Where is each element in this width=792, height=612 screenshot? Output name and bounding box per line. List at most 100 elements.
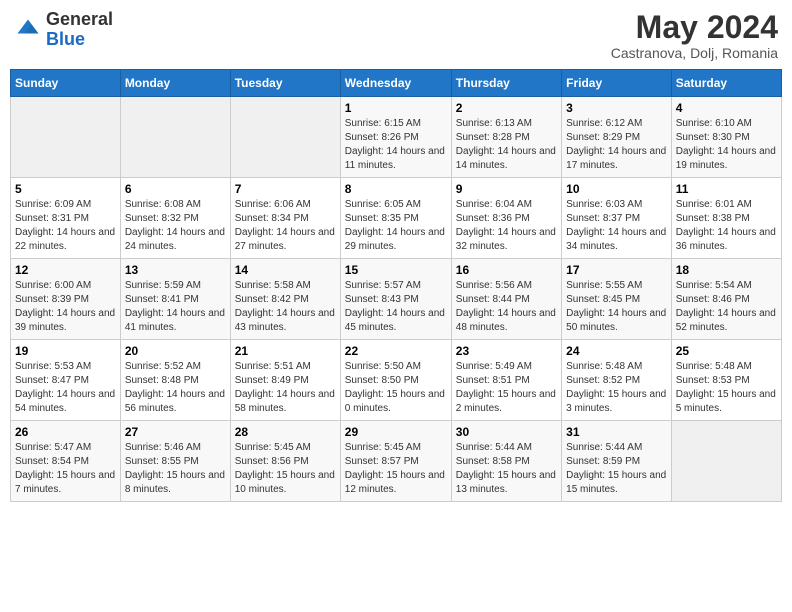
weekday-header: Friday — [562, 70, 672, 97]
day-number: 9 — [456, 182, 557, 196]
day-info: Sunrise: 6:01 AMSunset: 8:38 PMDaylight:… — [676, 198, 777, 254]
calendar-cell: 22 Sunrise: 5:50 AMSunset: 8:50 PMDayligh… — [340, 340, 451, 421]
day-info: Sunrise: 6:15 AMSunset: 8:26 PMDaylight:… — [345, 117, 447, 173]
day-number: 30 — [456, 425, 557, 439]
calendar-cell: 26 Sunrise: 5:47 AMSunset: 8:54 PMDayligh… — [11, 421, 121, 502]
logo-blue: Blue — [46, 29, 85, 49]
day-number: 14 — [235, 263, 336, 277]
day-info: Sunrise: 5:54 AMSunset: 8:46 PMDaylight:… — [676, 279, 777, 335]
calendar-cell: 19Sunrise: 5:53 AMSunset: 8:47 PMDayligh… — [11, 340, 121, 421]
day-number: 1 — [345, 101, 447, 115]
weekday-header: Saturday — [671, 70, 781, 97]
calendar-week-row: 19Sunrise: 5:53 AMSunset: 8:47 PMDayligh… — [11, 340, 782, 421]
day-info: Sunrise: 6:10 AMSunset: 8:30 PMDaylight:… — [676, 117, 777, 173]
day-number: 17 — [566, 263, 667, 277]
day-info: Sunrise: 6:05 AMSunset: 8:35 PMDaylight:… — [345, 198, 447, 254]
logo-icon — [14, 16, 42, 44]
day-number: 29 — [345, 425, 447, 439]
day-info: Sunrise: 5:57 AMSunset: 8:43 PMDaylight:… — [345, 279, 447, 335]
day-number: 18 — [676, 263, 777, 277]
day-info: Sunrise: 5:55 AMSunset: 8:45 PMDaylight:… — [566, 279, 667, 335]
calendar-cell: 10 Sunrise: 6:03 AMSunset: 8:37 PMDayligh… — [562, 178, 672, 259]
calendar-cell: 8 Sunrise: 6:05 AMSunset: 8:35 PMDaylight… — [340, 178, 451, 259]
title-block: May 2024 Castranova, Dolj, Romania — [611, 10, 778, 61]
calendar-cell: 20 Sunrise: 5:52 AMSunset: 8:48 PMDayligh… — [120, 340, 230, 421]
day-number: 12 — [15, 263, 116, 277]
weekday-header: Wednesday — [340, 70, 451, 97]
day-number: 7 — [235, 182, 336, 196]
calendar-cell — [671, 421, 781, 502]
calendar-cell: 25 Sunrise: 5:48 AMSunset: 8:53 PMDayligh… — [671, 340, 781, 421]
day-info: Sunrise: 5:59 AMSunset: 8:41 PMDaylight:… — [125, 279, 226, 335]
calendar-week-row: 26 Sunrise: 5:47 AMSunset: 8:54 PMDayligh… — [11, 421, 782, 502]
day-number: 31 — [566, 425, 667, 439]
day-number: 3 — [566, 101, 667, 115]
day-info: Sunrise: 6:06 AMSunset: 8:34 PMDaylight:… — [235, 198, 336, 254]
day-info: Sunrise: 5:51 AMSunset: 8:49 PMDaylight:… — [235, 360, 336, 416]
calendar-cell: 7 Sunrise: 6:06 AMSunset: 8:34 PMDaylight… — [230, 178, 340, 259]
calendar-cell: 24Sunrise: 5:48 AMSunset: 8:52 PMDayligh… — [562, 340, 672, 421]
month-title: May 2024 — [611, 10, 778, 45]
day-info: Sunrise: 6:08 AMSunset: 8:32 PMDaylight:… — [125, 198, 226, 254]
day-info: Sunrise: 5:50 AMSunset: 8:50 PMDaylight:… — [345, 360, 447, 416]
calendar-cell: 14 Sunrise: 5:58 AMSunset: 8:42 PMDayligh… — [230, 259, 340, 340]
day-info: Sunrise: 6:04 AMSunset: 8:36 PMDaylight:… — [456, 198, 557, 254]
calendar-cell: 12 Sunrise: 6:00 AMSunset: 8:39 PMDayligh… — [11, 259, 121, 340]
calendar-week-row: 1 Sunrise: 6:15 AMSunset: 8:26 PMDaylight… — [11, 97, 782, 178]
day-info: Sunrise: 5:52 AMSunset: 8:48 PMDaylight:… — [125, 360, 226, 416]
weekday-header: Monday — [120, 70, 230, 97]
day-info: Sunrise: 6:03 AMSunset: 8:37 PMDaylight:… — [566, 198, 667, 254]
day-number: 22 — [345, 344, 447, 358]
day-info: Sunrise: 6:00 AMSunset: 8:39 PMDaylight:… — [15, 279, 116, 335]
logo-general: General — [46, 9, 113, 29]
calendar-cell: 30 Sunrise: 5:44 AMSunset: 8:58 PMDayligh… — [451, 421, 561, 502]
calendar-cell: 29 Sunrise: 5:45 AMSunset: 8:57 PMDayligh… — [340, 421, 451, 502]
day-info: Sunrise: 5:56 AMSunset: 8:44 PMDaylight:… — [456, 279, 557, 335]
calendar-cell — [120, 97, 230, 178]
calendar-cell: 1 Sunrise: 6:15 AMSunset: 8:26 PMDaylight… — [340, 97, 451, 178]
day-number: 20 — [125, 344, 226, 358]
day-info: Sunrise: 5:44 AMSunset: 8:58 PMDaylight:… — [456, 441, 557, 497]
day-info: Sunrise: 5:44 AMSunset: 8:59 PMDaylight:… — [566, 441, 667, 497]
calendar-cell: 15Sunrise: 5:57 AMSunset: 8:43 PMDayligh… — [340, 259, 451, 340]
calendar-cell: 9 Sunrise: 6:04 AMSunset: 8:36 PMDaylight… — [451, 178, 561, 259]
day-number: 8 — [345, 182, 447, 196]
calendar-cell: 31 Sunrise: 5:44 AMSunset: 8:59 PMDayligh… — [562, 421, 672, 502]
day-number: 2 — [456, 101, 557, 115]
day-info: Sunrise: 5:47 AMSunset: 8:54 PMDaylight:… — [15, 441, 116, 497]
day-number: 4 — [676, 101, 777, 115]
calendar-week-row: 12 Sunrise: 6:00 AMSunset: 8:39 PMDayligh… — [11, 259, 782, 340]
day-number: 13 — [125, 263, 226, 277]
calendar-cell: 28Sunrise: 5:45 AMSunset: 8:56 PMDayligh… — [230, 421, 340, 502]
calendar-cell — [230, 97, 340, 178]
location-subtitle: Castranova, Dolj, Romania — [611, 45, 778, 61]
day-info: Sunrise: 5:45 AMSunset: 8:57 PMDaylight:… — [345, 441, 447, 497]
day-info: Sunrise: 5:48 AMSunset: 8:53 PMDaylight:… — [676, 360, 777, 416]
day-info: Sunrise: 5:45 AMSunset: 8:56 PMDaylight:… — [235, 441, 336, 497]
day-number: 16 — [456, 263, 557, 277]
day-info: Sunrise: 6:12 AMSunset: 8:29 PMDaylight:… — [566, 117, 667, 173]
weekday-header-row: SundayMondayTuesdayWednesdayThursdayFrid… — [11, 70, 782, 97]
calendar-cell: 13 Sunrise: 5:59 AMSunset: 8:41 PMDayligh… — [120, 259, 230, 340]
day-info: Sunrise: 5:48 AMSunset: 8:52 PMDaylight:… — [566, 360, 667, 416]
weekday-header: Tuesday — [230, 70, 340, 97]
calendar-cell: 17 Sunrise: 5:55 AMSunset: 8:45 PMDayligh… — [562, 259, 672, 340]
calendar-week-row: 5Sunrise: 6:09 AMSunset: 8:31 PMDaylight… — [11, 178, 782, 259]
calendar-cell: 21Sunrise: 5:51 AMSunset: 8:49 PMDayligh… — [230, 340, 340, 421]
day-number: 23 — [456, 344, 557, 358]
day-info: Sunrise: 5:49 AMSunset: 8:51 PMDaylight:… — [456, 360, 557, 416]
day-number: 10 — [566, 182, 667, 196]
calendar-cell: 3 Sunrise: 6:12 AMSunset: 8:29 PMDaylight… — [562, 97, 672, 178]
calendar-cell: 18 Sunrise: 5:54 AMSunset: 8:46 PMDayligh… — [671, 259, 781, 340]
calendar-cell — [11, 97, 121, 178]
day-info: Sunrise: 5:53 AMSunset: 8:47 PMDaylight:… — [15, 360, 116, 416]
calendar-cell: 4 Sunrise: 6:10 AMSunset: 8:30 PMDaylight… — [671, 97, 781, 178]
day-number: 27 — [125, 425, 226, 439]
day-number: 26 — [15, 425, 116, 439]
day-info: Sunrise: 5:58 AMSunset: 8:42 PMDaylight:… — [235, 279, 336, 335]
logo-text: General Blue — [46, 10, 113, 50]
calendar-cell: 27Sunrise: 5:46 AMSunset: 8:55 PMDayligh… — [120, 421, 230, 502]
day-number: 11 — [676, 182, 777, 196]
day-info: Sunrise: 6:09 AMSunset: 8:31 PMDaylight:… — [15, 198, 116, 254]
day-number: 25 — [676, 344, 777, 358]
